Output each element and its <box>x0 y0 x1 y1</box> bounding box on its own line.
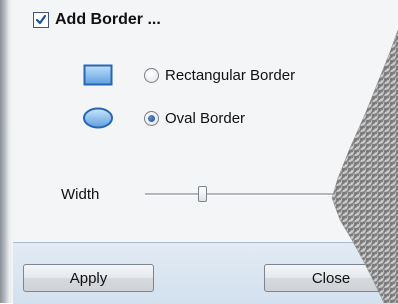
rectangular-border-option[interactable]: Rectangular Border <box>79 59 295 91</box>
width-slider-track[interactable] <box>145 193 335 196</box>
oval-border-radio[interactable] <box>144 110 159 126</box>
width-row: Width <box>61 182 345 206</box>
radio-selected-dot <box>148 114 155 122</box>
add-border-checkbox[interactable] <box>33 12 49 28</box>
oval-border-option[interactable]: Oval Border <box>79 102 245 134</box>
apply-button[interactable]: Apply <box>23 264 154 292</box>
rectangle-border-icon <box>79 61 117 89</box>
oval-border-icon <box>79 104 117 132</box>
rectangular-border-label: Rectangular Border <box>165 66 296 84</box>
oval-border-label: Oval Border <box>165 109 246 127</box>
width-label: Width <box>61 185 100 203</box>
add-border-label: Add Border ... <box>55 11 161 28</box>
window-left-edge <box>0 0 13 303</box>
torn-page-graphic <box>331 30 398 303</box>
add-border-header: Add Border ... <box>33 10 161 30</box>
width-slider-thumb[interactable] <box>198 186 207 202</box>
rectangular-border-radio[interactable] <box>144 67 159 83</box>
width-slider[interactable] <box>145 182 345 206</box>
checkmark-icon <box>35 14 47 25</box>
